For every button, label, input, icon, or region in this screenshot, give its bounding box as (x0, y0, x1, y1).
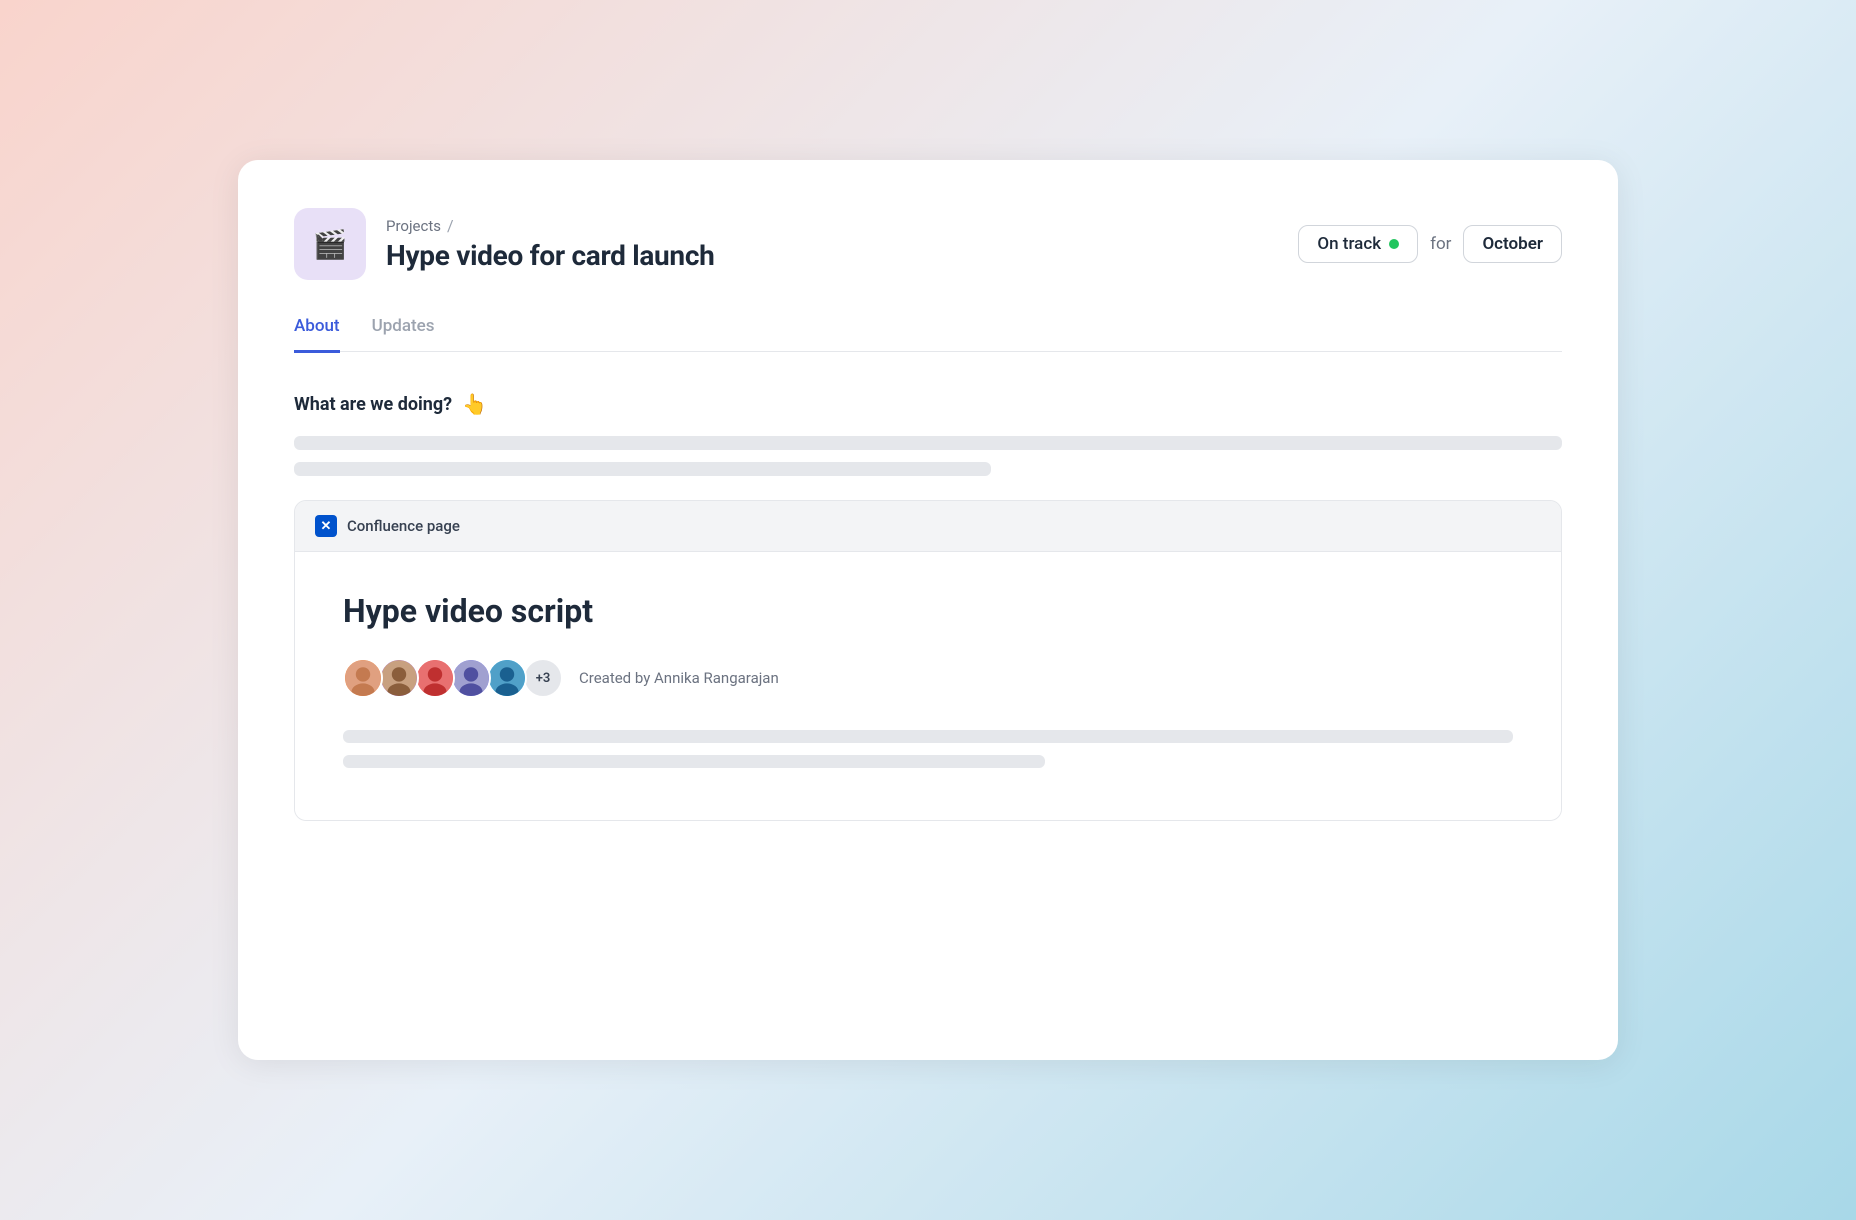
avatar-2 (379, 658, 419, 698)
avatar-4 (451, 658, 491, 698)
breadcrumb-separator: / (447, 216, 454, 235)
conf-skel-1 (343, 730, 1513, 743)
status-badge[interactable]: On track (1298, 225, 1418, 263)
confluence-label: Confluence page (347, 517, 460, 535)
avatar-1-img (345, 658, 381, 698)
avatars-row: +3 Created by Annika Rangarajan (343, 658, 1513, 698)
confluence-x-icon: ✕ (321, 519, 332, 534)
confluence-skeleton (343, 730, 1513, 768)
tab-about[interactable]: About (294, 316, 340, 353)
confluence-page-title: Hype video script (343, 592, 1513, 630)
section-title-text: What are we doing? (294, 394, 452, 415)
breadcrumb: Projects / (386, 216, 715, 235)
header-right: On track for October (1298, 225, 1562, 263)
project-icon-emoji: 🎬 (313, 228, 348, 261)
status-dot (1389, 239, 1399, 249)
tabs-bar: About Updates (294, 316, 1562, 352)
section-title[interactable]: What are we doing? 👆 (294, 392, 1562, 416)
pointer-cursor-icon: 👆 (462, 392, 487, 416)
tab-updates[interactable]: Updates (372, 316, 435, 353)
avatar-2-img (381, 658, 417, 698)
status-label: On track (1317, 234, 1381, 254)
created-by: Created by Annika Rangarajan (579, 669, 779, 687)
skeleton-line-1 (294, 436, 1562, 450)
avatar-5 (487, 658, 527, 698)
conf-skel-2 (343, 755, 1045, 768)
page-title: Hype video for card launch (386, 239, 715, 272)
breadcrumb-link[interactable]: Projects (386, 217, 441, 235)
project-icon: 🎬 (294, 208, 366, 280)
avatar-3 (415, 658, 455, 698)
confluence-body: Hype video script (295, 552, 1561, 820)
confluence-card: ✕ Confluence page Hype video script (294, 500, 1562, 821)
for-label: for (1430, 234, 1451, 254)
avatar-5-img (489, 658, 525, 698)
tab-content: What are we doing? 👆 ✕ Confluence page H… (294, 392, 1562, 821)
avatar-count: +3 (523, 658, 563, 698)
skeleton-line-2 (294, 462, 991, 476)
avatar-1 (343, 658, 383, 698)
page-header: 🎬 Projects / Hype video for card launch … (294, 208, 1562, 280)
avatar-4-img (453, 658, 489, 698)
main-card: 🎬 Projects / Hype video for card launch … (238, 160, 1618, 1060)
confluence-card-header: ✕ Confluence page (295, 501, 1561, 552)
avatar-3-img (417, 658, 453, 698)
confluence-icon: ✕ (315, 515, 337, 537)
header-left: 🎬 Projects / Hype video for card launch (294, 208, 715, 280)
header-titles: Projects / Hype video for card launch (386, 216, 715, 272)
month-badge[interactable]: October (1463, 225, 1562, 263)
